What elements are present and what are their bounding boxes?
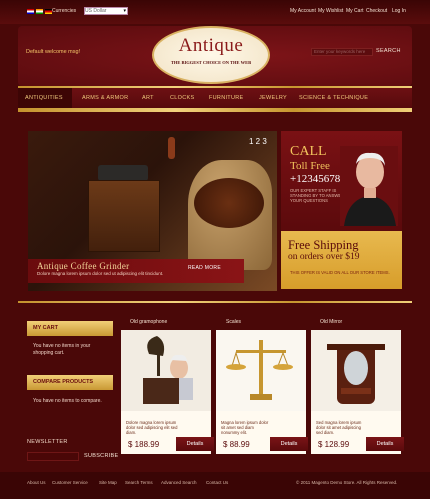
shipping-title: Free Shipping [288, 238, 359, 252]
logo-tagline: THE BIGGEST CHOICE ON THE WEB [170, 60, 252, 65]
nav-item-arms-armor[interactable]: ARMS & ARMOR [82, 95, 128, 101]
call-description: OUR EXPERT STAFF IS STANDING BY TO ANSWE… [290, 188, 345, 203]
product-title-mirror[interactable]: Old Mirror [320, 319, 342, 325]
nav-item-antiquities[interactable]: ANTIQUITIES [25, 95, 63, 101]
read-more-button[interactable]: READ MORE [188, 265, 221, 271]
coffee-beans-image [194, 178, 264, 228]
compare-block-title: COMPARE PRODUCTS [33, 379, 94, 385]
divider [18, 108, 412, 112]
nav-item-clocks[interactable]: CLOCKS [170, 95, 194, 101]
cart-block-title: MY CART [33, 325, 58, 331]
call-phone: +123456789 [290, 173, 346, 185]
flag-icon-de[interactable] [36, 9, 43, 14]
footer-link-search-terms[interactable]: Search Terms [125, 480, 153, 485]
footer-link-advanced-search[interactable]: Advanced Search [161, 480, 197, 485]
details-button[interactable]: Details [270, 437, 308, 451]
coffee-grinder-image [88, 180, 160, 252]
product-price: $ 188.99 [128, 440, 160, 449]
cart-empty-text: You have no items in your shopping cart. [33, 343, 91, 356]
currency-label: Currencies [52, 8, 77, 14]
grinder-top-image [98, 165, 148, 181]
divider [18, 301, 412, 303]
support-person-image [340, 146, 398, 226]
welcome-message: Default welcome msg! [26, 49, 81, 55]
product-price: $ 88.99 [223, 440, 250, 449]
currency-value: US Dollar [85, 8, 107, 14]
details-button[interactable]: Details [176, 437, 214, 451]
login-link[interactable]: Log In [392, 8, 406, 14]
product-title-scales[interactable]: Scales [226, 319, 241, 325]
compare-empty-text: You have no items to compare. [33, 398, 102, 404]
nav-item-furniture[interactable]: FURNITURE [209, 95, 243, 101]
checkout-link[interactable]: Checkout [366, 8, 387, 14]
copyright: © 2011 Magento Demo Store. All Rights Re… [296, 480, 398, 485]
footer-link-customer-service[interactable]: Customer Service [52, 480, 88, 485]
slider-caption-desc: Dolore magna lorem ipsum dolor sed ut ad… [37, 271, 164, 276]
search-button[interactable]: SEARCH [376, 48, 401, 54]
product-description: Dolore magna lorem ipsum dolor sed adipi… [126, 420, 178, 435]
flag-icon-fr[interactable] [45, 9, 52, 14]
flag-icon-en[interactable] [27, 9, 34, 14]
mirror-image[interactable] [311, 330, 401, 411]
call-subtitle: Toll Free [290, 160, 330, 172]
slider-caption-title: Antique Coffee Grinder [37, 261, 130, 271]
chevron-down-icon: ▾ [123, 8, 126, 14]
my-account-link[interactable]: My Account [290, 8, 316, 14]
footer [0, 472, 430, 499]
my-cart-link[interactable]: My Cart [346, 8, 364, 14]
shipping-subtitle: on orders over $19 [288, 252, 360, 262]
slider-pagination[interactable]: 1 2 3 [249, 137, 267, 146]
nav-item-science-technique[interactable]: SCIENCE & TECHNIQUE [299, 95, 368, 101]
my-wishlist-link[interactable]: My Wishlist [318, 8, 343, 14]
details-button[interactable]: Details [366, 437, 404, 451]
shipping-description: THIS OFFER IS VALID ON ALL OUR STORE ITE… [290, 270, 390, 275]
call-title: CALL [290, 144, 327, 159]
footer-link-about[interactable]: About Us [27, 480, 46, 485]
newsletter-title: NEWSLETTER [27, 439, 68, 445]
currency-select[interactable]: US Dollar ▾ [84, 7, 128, 15]
logo-title: Antique [178, 35, 244, 56]
scales-image[interactable] [216, 330, 306, 411]
nav-item-jewelry[interactable]: JEWELRY [259, 95, 287, 101]
search-input[interactable]: Enter your keywords here [311, 48, 373, 56]
grinder-handle-image [168, 137, 175, 159]
footer-link-site-map[interactable]: Site Map [99, 480, 117, 485]
product-description: Sed magna lorem ipsum dolor sit amet adi… [316, 420, 362, 435]
product-description: Magna lorem ipsum dolor sit amet sed dia… [221, 420, 269, 435]
subscribe-button[interactable]: SUBSCRIBE [84, 453, 119, 459]
gramophone-image[interactable] [121, 330, 211, 411]
nav-item-art[interactable]: ART [142, 95, 154, 101]
product-price: $ 128.99 [318, 440, 350, 449]
footer-link-contact[interactable]: Contact Us [206, 480, 228, 485]
newsletter-email-input[interactable] [27, 452, 79, 461]
product-title-gramophone[interactable]: Old gramophone [130, 319, 167, 325]
